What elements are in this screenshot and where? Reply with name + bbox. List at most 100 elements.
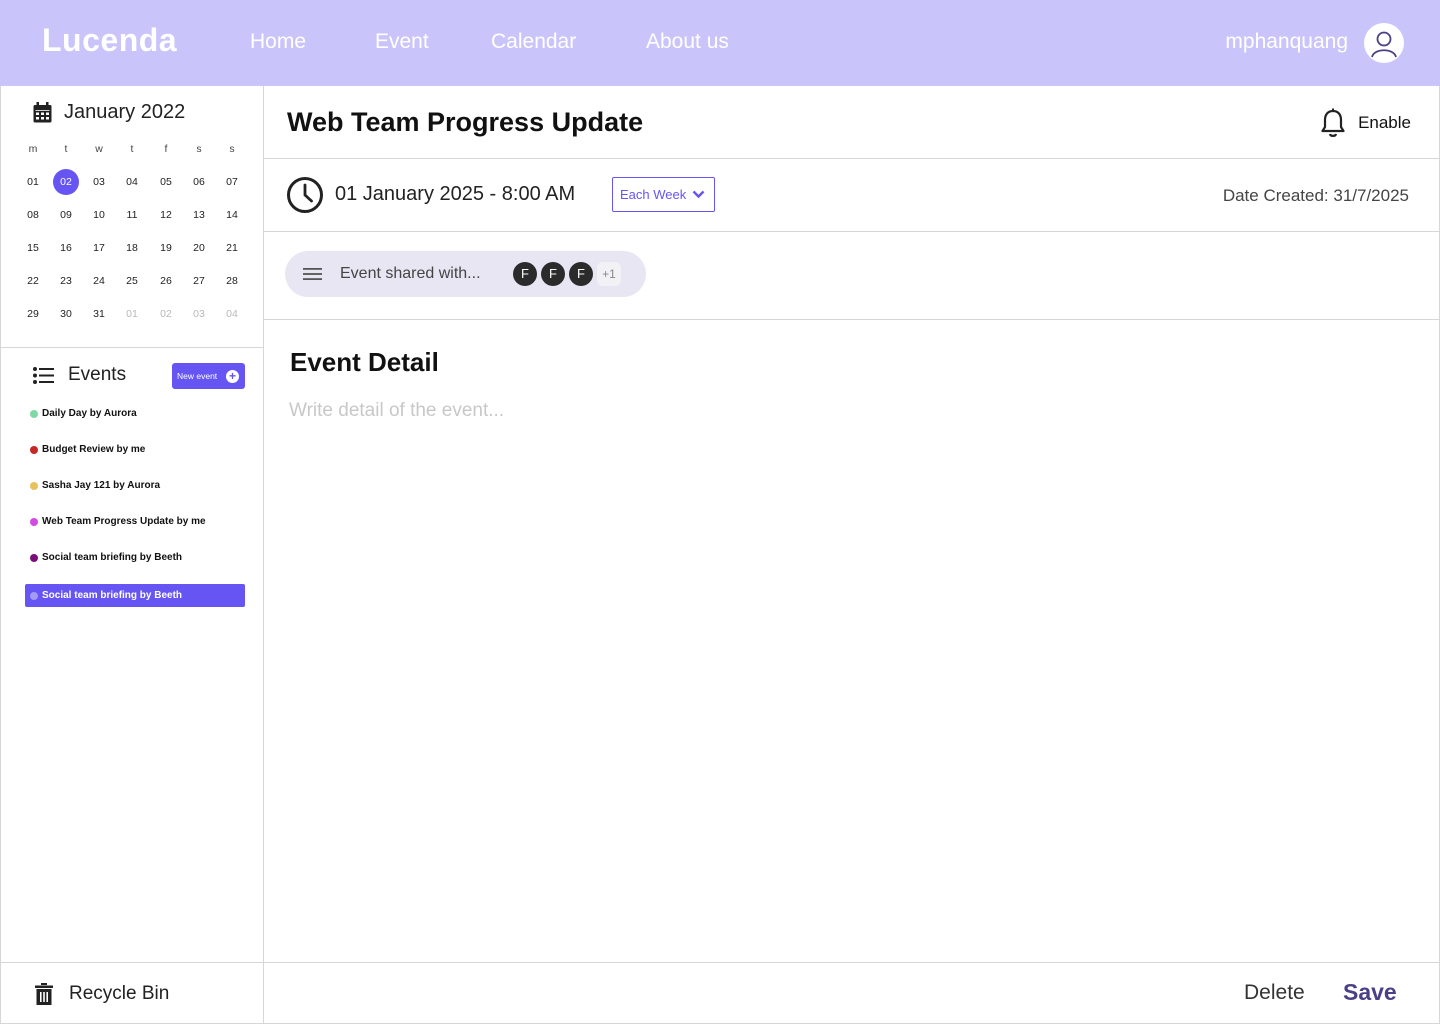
shared-avatar: F xyxy=(513,262,537,286)
weekday-label: s xyxy=(229,143,235,155)
menu-icon xyxy=(303,268,322,280)
calendar-day[interactable]: 30 xyxy=(53,301,79,327)
event-color-dot xyxy=(30,591,38,600)
calendar-day[interactable]: 27 xyxy=(186,268,212,294)
shared-avatar: F xyxy=(569,262,593,286)
editor-footer: Delete Save xyxy=(264,962,1439,1023)
event-detail-heading: Event Detail xyxy=(290,347,439,377)
event-list-item[interactable]: Daily Day by Aurora xyxy=(25,402,245,425)
event-list-item[interactable]: Budget Review by me xyxy=(25,438,245,461)
event-detail-input[interactable] xyxy=(289,394,1409,428)
logo[interactable]: Lucenda xyxy=(42,22,177,59)
calendar-day[interactable]: 04 xyxy=(219,301,245,327)
nav-calendar[interactable]: Calendar xyxy=(491,30,576,54)
event-list-item[interactable]: Sasha Jay 121 by Aurora xyxy=(25,474,245,497)
calendar-day[interactable]: 14 xyxy=(219,202,245,228)
user-icon xyxy=(1371,31,1397,58)
calendar-day[interactable]: 05 xyxy=(153,169,179,195)
weekday-label: s xyxy=(196,143,202,155)
repeat-selected-value: Each Week xyxy=(620,187,687,202)
shared-avatar: F xyxy=(541,262,565,286)
calendar-day[interactable]: 13 xyxy=(186,202,212,228)
event-list-item[interactable]: Social team briefing by Beeth xyxy=(25,546,245,569)
event-color-dot xyxy=(30,445,38,454)
trash-icon xyxy=(35,982,53,1005)
event-datetime[interactable]: 01 January 2025 - 8:00 AM xyxy=(335,183,575,206)
shared-with-button[interactable]: Event shared with... F F F +1 xyxy=(285,251,646,297)
calendar-day[interactable]: 06 xyxy=(186,169,212,195)
calendar-day[interactable]: 09 xyxy=(53,202,79,228)
calendar-day[interactable]: 03 xyxy=(186,301,212,327)
calendar-day[interactable]: 24 xyxy=(86,268,112,294)
calendar-day[interactable]: 25 xyxy=(119,268,145,294)
event-list-item-label: Budget Review by me xyxy=(42,444,146,455)
calendar-day[interactable]: 01 xyxy=(119,301,145,327)
events-header: Events xyxy=(33,362,126,388)
calendar-day[interactable]: 21 xyxy=(219,235,245,261)
username[interactable]: mphanquang xyxy=(1225,30,1348,54)
calendar-day[interactable]: 19 xyxy=(153,235,179,261)
weekday-label: t xyxy=(130,143,134,155)
user-avatar[interactable] xyxy=(1364,23,1404,63)
calendar-day[interactable]: 08 xyxy=(20,202,46,228)
calendar-day[interactable]: 11 xyxy=(119,202,145,228)
recycle-bin-label: Recycle Bin xyxy=(69,982,170,1004)
event-list-item-label: Social team briefing by Beeth xyxy=(42,590,183,601)
calendar-day[interactable]: 15 xyxy=(20,235,46,261)
plus-icon: + xyxy=(226,369,239,383)
nav-home[interactable]: Home xyxy=(250,30,306,54)
event-color-dot xyxy=(30,481,38,490)
nav-about-us[interactable]: About us xyxy=(646,30,729,54)
event-title[interactable]: Web Team Progress Update xyxy=(287,107,643,138)
weekday-label: w xyxy=(95,143,103,155)
recycle-bin-button[interactable]: Recycle Bin xyxy=(1,962,264,1024)
event-list-item-label: Social team briefing by Beeth xyxy=(42,552,183,563)
calendar-day[interactable]: 02 xyxy=(153,301,179,327)
notification-label: Enable xyxy=(1358,113,1411,132)
event-date-row: 01 January 2025 - 8:00 AM Each Week Date… xyxy=(264,159,1439,232)
calendar-day[interactable]: 16 xyxy=(53,235,79,261)
calendar-icon xyxy=(33,101,52,122)
calendar-day[interactable]: 22 xyxy=(20,268,46,294)
calendar-day[interactable]: 23 xyxy=(53,268,79,294)
share-row: Event shared with... F F F +1 xyxy=(264,232,1439,320)
calendar-header: January 2022 xyxy=(33,100,185,124)
event-title-row: Web Team Progress Update Enable xyxy=(264,86,1439,159)
calendar-day[interactable]: 01 xyxy=(20,169,46,195)
calendar-day[interactable]: 10 xyxy=(86,202,112,228)
calendar-day[interactable]: 28 xyxy=(219,268,245,294)
shared-avatars: F F F +1 xyxy=(513,262,621,286)
chevron-down-icon xyxy=(692,190,705,199)
calendar-day[interactable]: 03 xyxy=(86,169,112,195)
top-navbar: Lucenda Home Event Calendar About us mph… xyxy=(0,0,1440,86)
event-list-item-label: Daily Day by Aurora xyxy=(42,408,137,419)
event-list-item-label: Web Team Progress Update by me xyxy=(42,516,206,527)
sidebar-divider xyxy=(1,347,264,348)
event-editor: Web Team Progress Update Enable 01 Janua… xyxy=(264,86,1440,1024)
calendar-day[interactable]: 31 xyxy=(86,301,112,327)
save-button[interactable]: Save xyxy=(1343,979,1397,1006)
shared-with-label: Event shared with... xyxy=(340,265,481,282)
calendar-day[interactable]: 02 xyxy=(53,169,79,195)
new-event-button[interactable]: New event + xyxy=(172,363,245,389)
event-list-item[interactable]: Social team briefing by Beeth xyxy=(25,584,245,607)
calendar-day[interactable]: 04 xyxy=(119,169,145,195)
calendar-day[interactable]: 07 xyxy=(219,169,245,195)
event-list-item[interactable]: Web Team Progress Update by me xyxy=(25,510,245,533)
weekday-label: f xyxy=(164,143,168,155)
nav-event[interactable]: Event xyxy=(375,30,429,54)
calendar-day[interactable]: 26 xyxy=(153,268,179,294)
repeat-dropdown[interactable]: Each Week xyxy=(612,177,715,212)
calendar-month-title: January 2022 xyxy=(64,100,186,123)
new-event-label: New event xyxy=(177,371,218,381)
calendar-day[interactable]: 18 xyxy=(119,235,145,261)
notification-toggle[interactable]: Enable xyxy=(1320,108,1411,138)
events-title: Events xyxy=(68,364,127,385)
calendar-day[interactable]: 12 xyxy=(153,202,179,228)
calendar-day[interactable]: 17 xyxy=(86,235,112,261)
calendar-day[interactable]: 20 xyxy=(186,235,212,261)
calendar-day[interactable]: 29 xyxy=(20,301,46,327)
event-color-dot xyxy=(30,553,38,562)
bell-icon xyxy=(1321,108,1345,137)
delete-button[interactable]: Delete xyxy=(1244,981,1305,1005)
